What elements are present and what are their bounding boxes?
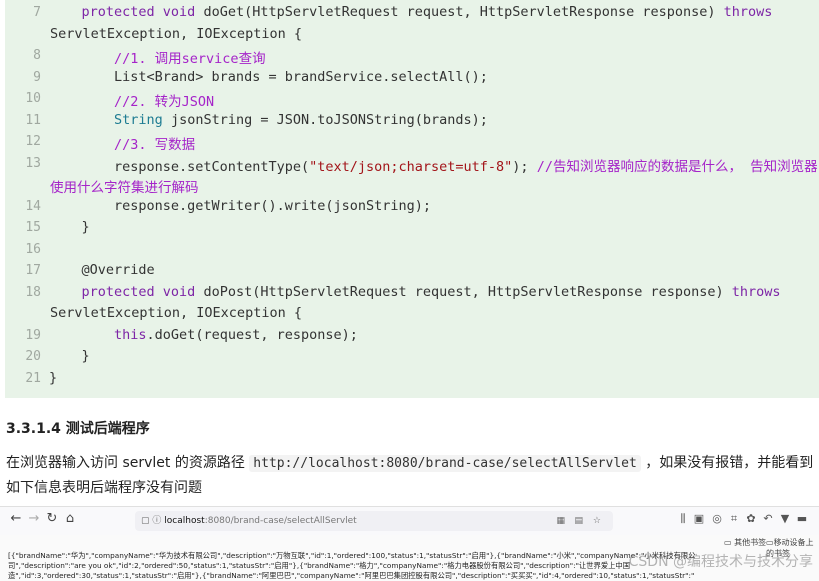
- code-line: //3. 写数据: [49, 133, 195, 153]
- code-line: response.getWriter().write(jsonString);: [49, 198, 431, 214]
- code-line: 使用什么字符集进行解码: [50, 176, 199, 196]
- bookmark-star-icon[interactable]: ☆: [593, 511, 601, 531]
- code-line: protected void doGet(HttpServletRequest …: [49, 4, 773, 20]
- code-token: jsonString = JSON.toJSONString(brands);: [162, 111, 488, 128]
- code-token: response.setContentType(: [49, 158, 310, 175]
- paragraph-text-before: 在浏览器输入访问 servlet 的资源路径: [6, 455, 250, 471]
- code-line: String jsonString = JSON.toJSONString(br…: [49, 112, 488, 128]
- code-token: this: [114, 326, 147, 343]
- code-token: ServletException, IOException {: [50, 305, 302, 321]
- reload-icon[interactable]: ↻: [44, 511, 60, 526]
- code-token: //1. 调用service查询: [114, 51, 266, 67]
- code-token: .doGet(request, response);: [146, 326, 358, 343]
- instruction-paragraph: 在浏览器输入访问 servlet 的资源路径 http://localhost:…: [6, 451, 816, 501]
- code-token: throws: [723, 4, 773, 20]
- line-number: 17: [25, 263, 41, 278]
- line-number: 14: [25, 198, 41, 214]
- library-icon[interactable]: ⫼: [676, 512, 690, 526]
- undo-icon[interactable]: ↶: [761, 512, 775, 525]
- line-number: 7: [33, 5, 41, 20]
- code-line: }: [49, 370, 57, 386]
- code-line: }: [49, 348, 90, 364]
- code-line: }: [49, 219, 90, 235]
- bookmarks-bar: ▭ 其他书签 ▭移动设备上的书签: [0, 535, 819, 558]
- extension-icon[interactable]: ✿: [744, 512, 758, 525]
- line-number: 15: [25, 220, 41, 235]
- line-number: 19: [25, 327, 41, 343]
- line-number: 18: [25, 284, 41, 300]
- menu-icon[interactable]: ▬: [795, 512, 809, 525]
- browser-toolbar: ← → ↻ ⌂ ▢ ⓘ localhost:8080/brand-case/se…: [0, 507, 819, 535]
- qr-icon[interactable]: ▦: [556, 511, 565, 531]
- home-icon[interactable]: ⌂: [62, 511, 78, 526]
- code-line: //1. 调用service查询: [49, 47, 266, 67]
- line-number: 11: [25, 112, 41, 128]
- address-bar[interactable]: ▢ ⓘ localhost:8080/brand-case/selectAllS…: [135, 511, 613, 531]
- screenshot-icon[interactable]: ◎: [710, 512, 724, 525]
- line-number: 20: [25, 349, 41, 364]
- code-line: @Override: [49, 262, 155, 278]
- code-block: 7 protected void doGet(HttpServletReques…: [5, 0, 819, 398]
- code-token: throws: [731, 283, 781, 300]
- crop-icon[interactable]: ⌗: [727, 512, 741, 526]
- other-bookmarks-label: 其他书签: [734, 538, 767, 547]
- reader-icon[interactable]: ▤: [574, 511, 583, 531]
- line-number: 12: [25, 134, 41, 149]
- code-token: }: [49, 369, 58, 386]
- info-icon: ⓘ: [152, 516, 162, 526]
- watermark: CSDN @编程技术与技术分享: [628, 554, 813, 570]
- url-host: localhost: [164, 516, 205, 526]
- code-token: //3. 写数据: [114, 137, 196, 153]
- code-line: response.setContentType("text/json;chars…: [49, 155, 818, 175]
- forward-icon[interactable]: →: [26, 511, 42, 526]
- code-token: String: [114, 111, 163, 128]
- code-token: @Override: [49, 262, 155, 278]
- code-token: //告知浏览器响应的数据是什么， 告知浏览器: [536, 158, 818, 175]
- code-token: }: [49, 348, 90, 364]
- code-token: "text/json;charset=utf-8": [309, 158, 513, 175]
- url-path: :8080/brand-case/selectAllServlet: [204, 516, 357, 526]
- code-token: ServletException, IOException {: [50, 25, 302, 42]
- browser-screenshot: ← → ↻ ⌂ ▢ ⓘ localhost:8080/brand-case/se…: [0, 506, 819, 581]
- code-token: response.getWriter().write(jsonString);: [49, 197, 432, 214]
- back-icon[interactable]: ←: [8, 511, 24, 526]
- other-bookmarks[interactable]: ▭ 其他书签: [724, 537, 766, 548]
- filter-icon[interactable]: ▼: [778, 512, 792, 525]
- section-heading: 3.3.1.4 测试后端程序: [6, 421, 150, 437]
- line-number: 21: [25, 370, 41, 386]
- code-token: //2. 转为JSON: [114, 94, 215, 110]
- code-token: 使用什么字符集进行解码: [50, 180, 199, 196]
- code-line: ServletException, IOException {: [50, 26, 302, 42]
- code-token: List<Brand> brands = brandService.select…: [49, 68, 488, 85]
- page-icon: ▢: [141, 516, 150, 526]
- code-line: ServletException, IOException {: [50, 305, 302, 321]
- code-line: List<Brand> brands = brandService.select…: [49, 69, 488, 85]
- line-number: 13: [25, 155, 41, 171]
- code-token: );: [512, 158, 537, 175]
- code-line: //2. 转为JSON: [49, 90, 214, 110]
- sidebar-icon[interactable]: ▣: [692, 512, 706, 525]
- code-line: protected void doPost(HttpServletRequest…: [49, 284, 781, 300]
- line-number: 8: [33, 48, 41, 63]
- code-token: doGet(HttpServletRequest request, HttpSe…: [203, 4, 724, 20]
- code-token: protected void: [81, 4, 204, 20]
- servlet-url: http://localhost:8080/brand-case/selectA…: [249, 455, 641, 472]
- code-token: protected void: [81, 283, 204, 300]
- line-number: 10: [25, 91, 41, 106]
- line-number: 16: [25, 241, 41, 257]
- code-token: doPost(HttpServletRequest request, HttpS…: [203, 283, 732, 300]
- code-token: }: [49, 219, 90, 235]
- code-line: this.doGet(request, response);: [49, 327, 358, 343]
- line-number: 9: [33, 69, 41, 85]
